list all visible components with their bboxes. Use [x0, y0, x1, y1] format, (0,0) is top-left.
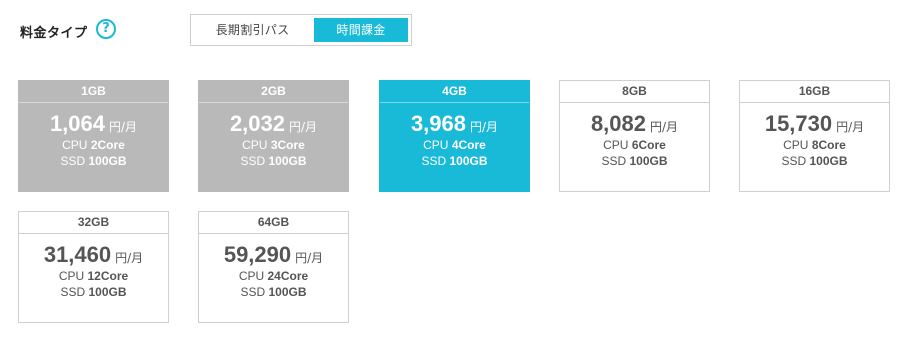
plan-memory-size: 32GB — [19, 212, 168, 234]
plan-price: 1,064 円/月 — [19, 111, 168, 137]
plan-price: 2,032 円/月 — [199, 111, 348, 137]
plan-memory-size: 4GB — [380, 81, 529, 103]
plan-price-value: 15,730 — [764, 111, 833, 136]
plan-cpu: CPU 4Core — [423, 138, 486, 152]
plan-price-unit: 円/月 — [470, 120, 499, 134]
plan-price: 8,082 円/月 — [560, 111, 709, 137]
toggle-option-hourly-billing[interactable]: 時間課金 — [314, 18, 408, 42]
plan-cpu: CPU 6Core — [603, 138, 666, 152]
plan-ssd: SSD 100GB — [601, 154, 668, 168]
pricing-type-toggle: 長期割引パス 時間課金 — [190, 14, 412, 46]
plan-price-unit: 円/月 — [836, 120, 865, 134]
plan-price-unit: 円/月 — [109, 120, 138, 134]
help-icon[interactable]: ? — [96, 19, 116, 39]
plan-price-value: 2,032 — [229, 111, 285, 136]
toggle-option-long-term-discount[interactable]: 長期割引パス — [191, 15, 314, 45]
pricing-type-label: 料金タイプ — [20, 26, 88, 41]
plan-price: 59,290 円/月 — [199, 242, 348, 268]
plan-ssd: SSD 100GB — [60, 154, 127, 168]
plan-price-unit: 円/月 — [115, 251, 144, 265]
plan-card-2gb[interactable]: 2GB 2,032 円/月 CPU 3Core SSD 100GB — [198, 80, 349, 192]
plan-price-unit: 円/月 — [650, 120, 679, 134]
plan-price-value: 1,064 — [49, 111, 105, 136]
plan-ssd: SSD 100GB — [60, 285, 127, 299]
plan-memory-size: 1GB — [19, 81, 168, 103]
plan-price: 31,460 円/月 — [19, 242, 168, 268]
plan-memory-size: 16GB — [740, 81, 889, 103]
plan-cpu: CPU 24Core — [238, 269, 309, 283]
plan-cpu: CPU 12Core — [58, 269, 129, 283]
plan-cpu: CPU 3Core — [242, 138, 305, 152]
plan-price-unit: 円/月 — [289, 120, 318, 134]
pricing-type-header: 料金タイプ ? 長期割引パス 時間課金 — [0, 0, 907, 60]
plan-price-value: 59,290 — [223, 242, 292, 267]
plan-price-value: 31,460 — [43, 242, 112, 267]
plan-price-value: 8,082 — [590, 111, 646, 136]
plan-memory-size: 64GB — [199, 212, 348, 234]
plan-price-unit: 円/月 — [295, 251, 324, 265]
plan-memory-size: 2GB — [199, 81, 348, 103]
plan-cpu: CPU 8Core — [783, 138, 846, 152]
plan-price-value: 3,968 — [410, 111, 466, 136]
plan-cpu: CPU 2Core — [62, 138, 125, 152]
plan-card-64gb[interactable]: 64GB 59,290 円/月 CPU 24Core SSD 100GB — [198, 211, 349, 323]
plan-ssd: SSD 100GB — [781, 154, 848, 168]
plan-ssd: SSD 100GB — [421, 154, 488, 168]
plan-ssd: SSD 100GB — [240, 285, 307, 299]
plan-card-8gb[interactable]: 8GB 8,082 円/月 CPU 6Core SSD 100GB — [559, 80, 710, 192]
plan-card-16gb[interactable]: 16GB 15,730 円/月 CPU 8Core SSD 100GB — [739, 80, 890, 192]
plan-card-4gb[interactable]: 4GB 3,968 円/月 CPU 4Core SSD 100GB — [379, 80, 530, 192]
plan-price: 3,968 円/月 — [380, 111, 529, 137]
plan-card-32gb[interactable]: 32GB 31,460 円/月 CPU 12Core SSD 100GB — [18, 211, 169, 323]
plan-card-1gb[interactable]: 1GB 1,064 円/月 CPU 2Core SSD 100GB — [18, 80, 169, 192]
plan-ssd: SSD 100GB — [240, 154, 307, 168]
plan-memory-size: 8GB — [560, 81, 709, 103]
plan-price: 15,730 円/月 — [740, 111, 889, 137]
